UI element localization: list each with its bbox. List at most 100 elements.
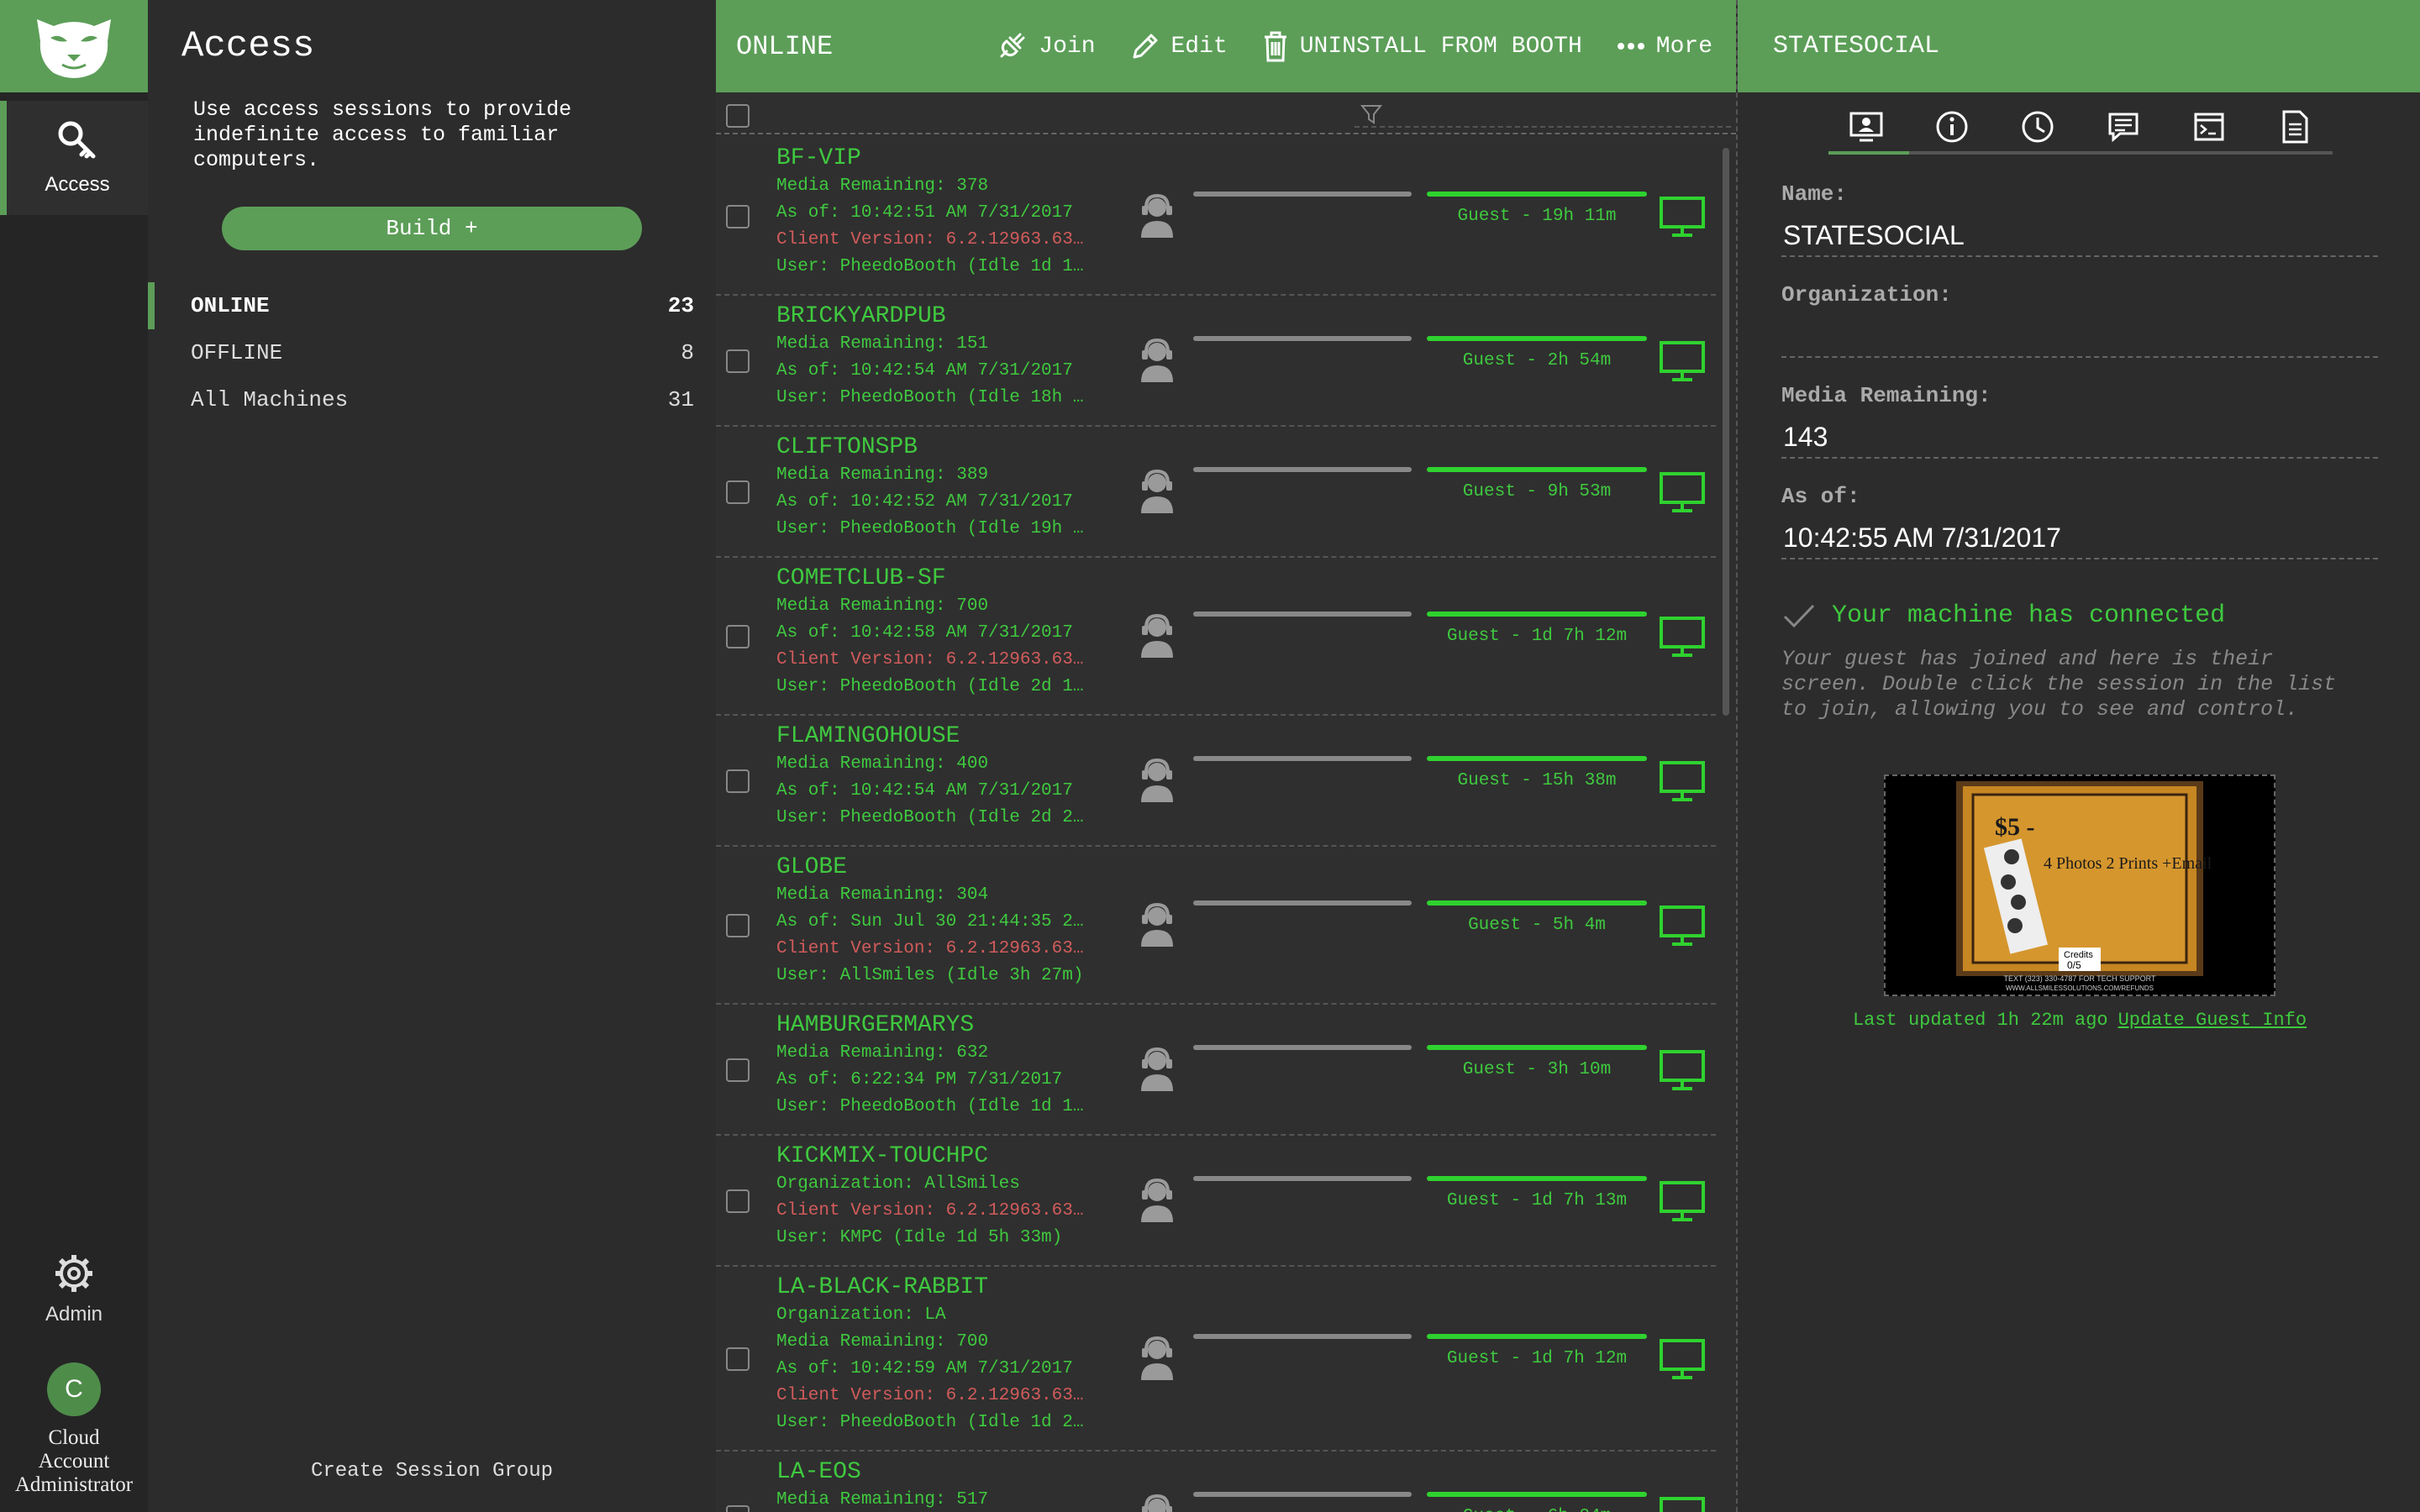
session-row[interactable]: GLOBE Media Remaining: 304 As of: Sun Jul …: [716, 847, 1716, 1005]
tab-chat[interactable]: [2092, 104, 2154, 150]
host-connection-bar: [1193, 1334, 1412, 1339]
session-detail-line: As of: 10:42:52 AM 7/31/2017: [776, 492, 1073, 512]
session-row[interactable]: LA-BLACK-RABBIT Organization: LA Media Rem…: [716, 1267, 1716, 1452]
list-scrollbar[interactable]: [1723, 148, 1729, 716]
row-checkbox[interactable]: [726, 205, 750, 228]
session-name: GLOBE: [776, 854, 848, 880]
row-checkbox[interactable]: [726, 349, 750, 373]
session-detail-line: Media Remaining: 700: [776, 596, 989, 616]
update-guest-info-link[interactable]: Update Guest Info: [2118, 1010, 2307, 1031]
monitor-icon[interactable]: [1659, 905, 1706, 947]
credits-value: 0/5: [2067, 959, 2081, 971]
pencil-icon: [1133, 34, 1157, 59]
price-text: $5 -: [1995, 813, 2035, 841]
monitor-icon[interactable]: [1659, 1049, 1706, 1091]
filter-icon[interactable]: [1360, 102, 1383, 126]
session-warning-line: Client Version: 6.2.12963.63…: [776, 939, 1084, 958]
session-name: CLIFTONSPB: [776, 434, 918, 460]
row-checkbox[interactable]: [726, 1189, 750, 1213]
detail-tabs: [1828, 99, 2333, 155]
session-row[interactable]: KICKMIX-TOUCHPC Organization: AllSmiles Cl…: [716, 1136, 1716, 1267]
guest-connection-bar: [1427, 336, 1647, 341]
session-group-online[interactable]: ONLINE 23: [148, 282, 716, 329]
monitor-icon[interactable]: [1659, 1338, 1706, 1380]
session-row[interactable]: COMETCLUB-SF Media Remaining: 700 As of: 1…: [716, 558, 1716, 716]
host-connection-bar: [1193, 1492, 1412, 1497]
last-updated-text: Last updated 1h 22m ago: [1852, 1010, 2108, 1031]
session-detail-line: Media Remaining: 517: [776, 1490, 989, 1509]
access-description: Use access sessions to provide indefinit…: [193, 97, 572, 172]
session-name: BF-VIP: [776, 145, 861, 171]
tab-notes[interactable]: [2264, 104, 2326, 150]
edit-button[interactable]: Edit: [1129, 30, 1228, 62]
session-row[interactable]: BRICKYARDPUB Media Remaining: 151 As of: 1…: [716, 296, 1716, 427]
session-group-count: 8: [681, 340, 694, 365]
join-button[interactable]: Join: [995, 29, 1096, 63]
trash-icon: [1264, 31, 1286, 62]
row-checkbox[interactable]: [726, 1505, 750, 1512]
session-name: FLAMINGOHOUSE: [776, 723, 960, 749]
host-user-icon: [1141, 1336, 1173, 1380]
session-detail-line: Media Remaining: 151: [776, 334, 989, 354]
session-row[interactable]: LA-EOSMedia Remaining: 517As of: 10:42:4…: [716, 1452, 1716, 1512]
field-value[interactable]: 10:42:55 AM 7/31/2017: [1781, 522, 2378, 559]
nav-item-admin-label: Admin: [45, 1303, 103, 1326]
uninstall-button[interactable]: UNINSTALL FROM BOOTH: [1261, 29, 1582, 64]
row-checkbox[interactable]: [726, 769, 750, 793]
session-row[interactable]: CLIFTONSPB Media Remaining: 389 As of: 10:…: [716, 427, 1716, 558]
nav-item-admin[interactable]: Admin: [0, 1243, 148, 1336]
row-checkbox[interactable]: [726, 480, 750, 504]
monitor-icon[interactable]: [1659, 471, 1706, 513]
monitor-icon[interactable]: [1659, 1180, 1706, 1222]
field-value[interactable]: STATESOCIAL: [1781, 220, 2378, 257]
row-checkbox[interactable]: [726, 1058, 750, 1082]
guest-screen-thumbnail[interactable]: $5 - 4 Photos 2 Prints +Email Credits 0/…: [1884, 774, 2275, 996]
session-warning-line: Client Version: 6.2.12963.63…: [776, 650, 1084, 669]
monitor-icon[interactable]: [1659, 340, 1706, 382]
session-row[interactable]: BF-VIP Media Remaining: 378 As of: 10:42:5…: [716, 138, 1716, 296]
app-logo[interactable]: [0, 0, 148, 92]
session-row[interactable]: HAMBURGERMARYS Media Remaining: 632 As of:…: [716, 1005, 1716, 1136]
guest-note: Your guest has joined and here is their …: [1781, 647, 2337, 722]
key-icon: [58, 121, 96, 159]
row-checkbox[interactable]: [726, 1347, 750, 1371]
session-info: GLOBE Media Remaining: 304 As of: Sun Jul …: [776, 853, 1104, 990]
session-detail-line: User: PheedoBooth (Idle 1d 2…: [776, 1413, 1084, 1432]
row-checkbox[interactable]: [726, 625, 750, 648]
create-session-group-link[interactable]: Create Session Group: [148, 1460, 716, 1483]
session-detail-line: As of: 6:22:34 PM 7/31/2017: [776, 1070, 1063, 1089]
monitor-icon[interactable]: [1659, 760, 1706, 802]
name-field: Name: STATESOCIAL: [1781, 181, 2378, 257]
guest-status: Guest - 3h 10m: [1462, 1060, 1612, 1079]
field-value[interactable]: [1781, 321, 2378, 358]
session-row[interactable]: FLAMINGOHOUSE Media Remaining: 400 As of: …: [716, 716, 1716, 847]
more-button[interactable]: More: [1616, 34, 1712, 60]
field-label: Organization:: [1781, 282, 1952, 307]
select-all-checkbox[interactable]: [726, 104, 750, 128]
tab-history[interactable]: [2007, 104, 2069, 150]
guest-connection-bar: [1427, 612, 1647, 617]
monitor-icon[interactable]: [1659, 196, 1706, 238]
tab-guest-screen[interactable]: [1835, 104, 1897, 150]
tab-info[interactable]: [1921, 104, 1983, 150]
connection-status: Your machine has connected: [1781, 601, 2225, 630]
support-text: TEXT (323) 330-4787 FOR TECH SUPPORT: [2003, 974, 2156, 983]
build-button[interactable]: Build +: [222, 207, 642, 250]
tab-commands[interactable]: [2178, 104, 2240, 150]
monitor-icon[interactable]: [1659, 1496, 1706, 1512]
field-value[interactable]: 143: [1781, 422, 2378, 459]
session-group-offline[interactable]: OFFLINE 8: [148, 329, 716, 376]
row-checkbox[interactable]: [726, 914, 750, 937]
account-menu[interactable]: C Cloud Account Administrator: [0, 1362, 148, 1497]
nav-item-access[interactable]: Access: [0, 101, 148, 215]
session-group-all-machines[interactable]: All Machines 31: [148, 376, 716, 423]
monitor-icon[interactable]: [1659, 616, 1706, 658]
session-detail-line: User: KMPC (Idle 1d 5h 33m): [776, 1228, 1063, 1247]
account-name: Cloud Account Administrator: [14, 1426, 134, 1496]
filter-input[interactable]: [1355, 126, 1731, 128]
more-label: More: [1655, 33, 1712, 60]
host-connection-bar: [1193, 756, 1412, 761]
session-detail-line: Organization: LA: [776, 1305, 946, 1325]
avatar[interactable]: C: [47, 1362, 101, 1416]
gear-icon: [55, 1255, 92, 1292]
